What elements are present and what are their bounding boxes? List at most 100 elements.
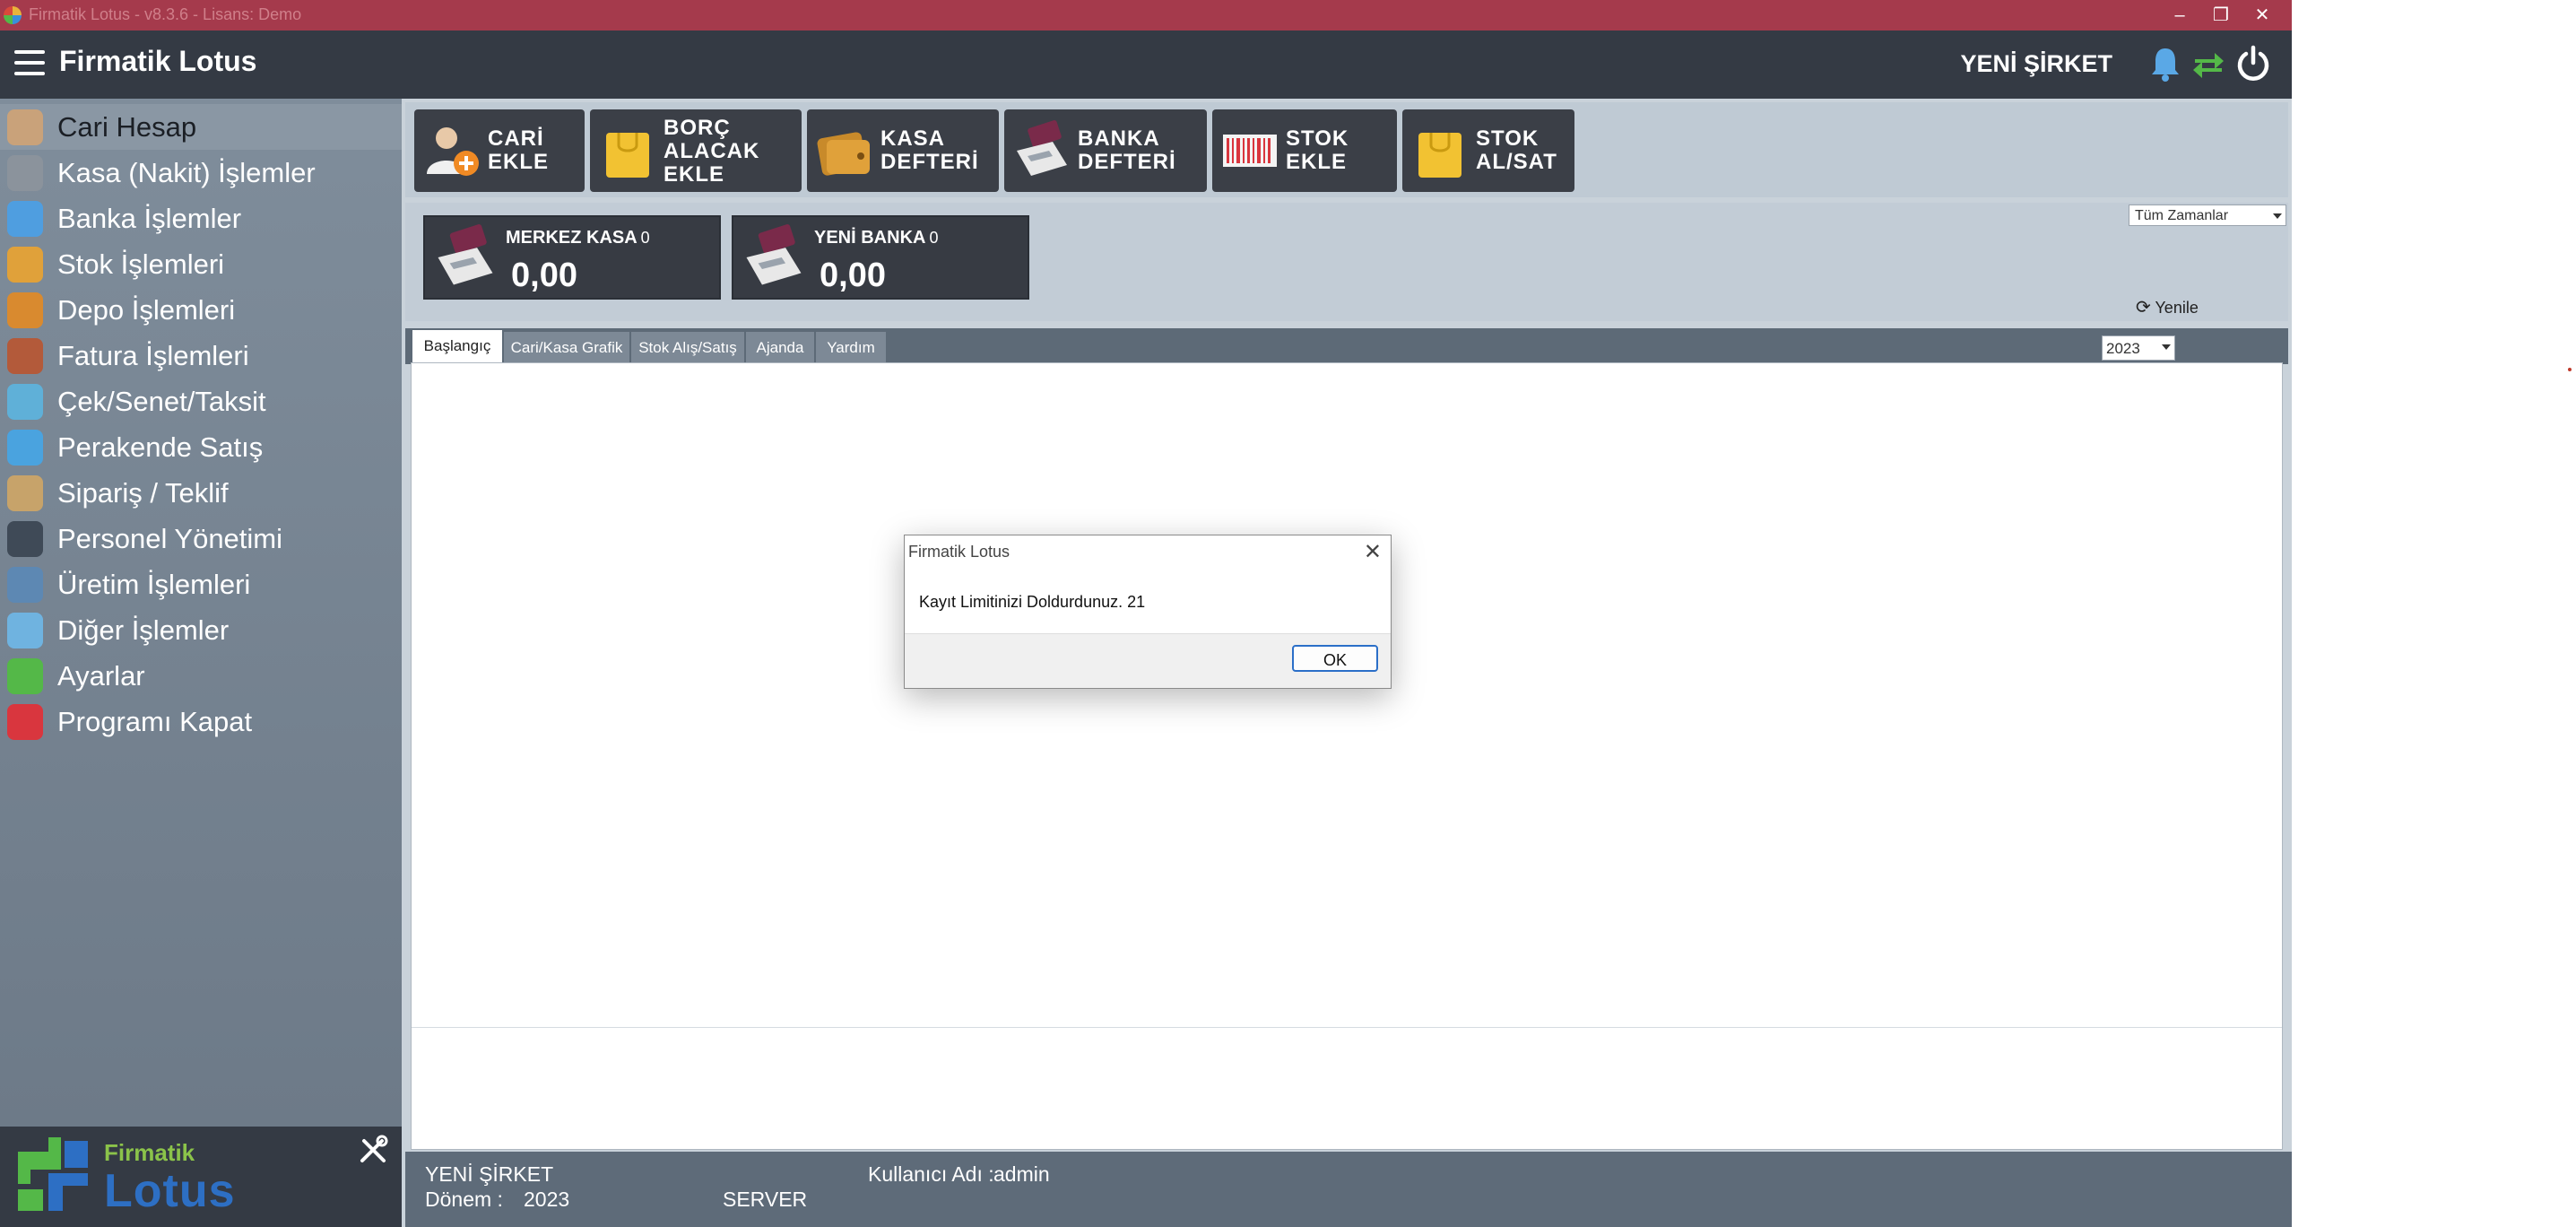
chevron-down-icon: [2162, 344, 2171, 350]
tab-cari-kasa-grafik[interactable]: Cari/Kasa Grafik: [504, 332, 629, 364]
refresh-button[interactable]: ⟳ Yenile: [2136, 296, 2199, 318]
power-icon: [7, 704, 43, 740]
sidebar-footer: Firmatik Lotus: [0, 1127, 402, 1227]
sidebar-item-fatura[interactable]: Fatura İşlemleri: [0, 333, 402, 379]
lira-icon: [7, 155, 43, 191]
status-user-label: Kullanıcı Adı :: [868, 1162, 994, 1186]
warehouse-icon: [7, 292, 43, 328]
shortcut-label: KASA: [880, 126, 946, 151]
sidebar-item-kasa[interactable]: Kasa (Nakit) İşlemler: [0, 150, 402, 196]
brand-title: Firmatik Lotus: [59, 45, 257, 77]
invoice-icon: [7, 338, 43, 374]
account-count-badge: 0: [640, 229, 650, 247]
sidebar-item-cari-hesap[interactable]: Cari Hesap: [0, 104, 402, 150]
tab-baslangic[interactable]: Başlangıç: [412, 330, 502, 364]
sidebar-item-perakende[interactable]: Perakende Satış: [0, 424, 402, 470]
sidebar-item-stok[interactable]: Stok İşlemleri: [0, 241, 402, 287]
merkez-kasa-card[interactable]: MERKEZ KASA 0 0,00: [423, 215, 721, 300]
sidebar-item-banka[interactable]: Banka İşlemler: [0, 196, 402, 241]
sidebar-item-uretim[interactable]: Üretim İşlemleri: [0, 561, 402, 607]
minimize-button[interactable]: –: [2159, 0, 2200, 30]
time-range-select[interactable]: Tüm Zamanlar: [2129, 204, 2286, 226]
person-icon: [7, 521, 43, 557]
company-name: YENİ ŞİRKET: [1960, 50, 2112, 77]
sidebar-item-personel[interactable]: Personel Yönetimi: [0, 516, 402, 561]
box-icon: [7, 247, 43, 283]
status-company: YENİ ŞİRKET: [425, 1162, 554, 1186]
shortcut-label: ALACAK: [664, 139, 760, 163]
power-icon[interactable]: [2233, 43, 2274, 84]
pos-terminal-icon: [746, 224, 802, 285]
shortcut-label: DEFTERİ: [880, 150, 979, 174]
close-icon[interactable]: ✕: [1364, 539, 1382, 565]
shortcut-bar: CARİ EKLE BORÇ ALACAK EKLE KASA DEFTERİ …: [405, 102, 2288, 197]
menu-toggle-icon[interactable]: [14, 50, 45, 77]
sidebar-item-diger[interactable]: Diğer İşlemler: [0, 607, 402, 653]
dialog-title: Firmatik Lotus: [908, 543, 1010, 561]
sidebar-item-label: Sipariş / Teklif: [57, 477, 229, 509]
bag-icon: [1418, 133, 1461, 178]
shortcut-label: STOK: [1476, 126, 1540, 151]
bag-icon: [606, 133, 649, 178]
year-select[interactable]: 2023: [2102, 335, 2175, 361]
yeni-banka-card[interactable]: YENİ BANKA 0 0,00: [732, 215, 1029, 300]
stok-ekle-button[interactable]: STOK EKLE: [1212, 109, 1397, 192]
tab-yardim[interactable]: Yardım: [816, 332, 886, 364]
sidebar-item-siparis[interactable]: Sipariş / Teklif: [0, 470, 402, 516]
app-header: Firmatik Lotus YENİ ŞİRKET: [0, 30, 2292, 99]
lotus-logo-icon: [18, 1137, 88, 1211]
ok-button[interactable]: OK: [1292, 645, 1378, 672]
chevron-down-icon: [2273, 213, 2282, 219]
bell-icon[interactable]: [2145, 43, 2186, 84]
title-bar: Firmatik Lotus - v8.3.6 - Lisans: Demo –…: [0, 0, 2292, 30]
tab-ajanda[interactable]: Ajanda: [746, 332, 814, 364]
shortcut-label: STOK: [1286, 126, 1349, 151]
sidebar-item-ayarlar[interactable]: Ayarlar: [0, 653, 402, 699]
people-icon: [7, 109, 43, 145]
refresh-icon: ⟳: [2136, 298, 2151, 318]
shortcut-label: EKLE: [664, 162, 725, 187]
dialog-message: Kayıt Limitinizi Doldurdunuz. 21: [919, 593, 1146, 611]
shortcut-label: DEFTERİ: [1078, 150, 1176, 174]
time-range-value: Tüm Zamanlar: [2135, 208, 2229, 223]
tab-stok-alis-satis[interactable]: Stok Alış/Satış: [631, 332, 744, 364]
shortcut-label: AL/SAT: [1476, 150, 1557, 174]
account-count-badge: 0: [929, 229, 939, 247]
sidebar-item-label: Banka İşlemler: [57, 203, 242, 234]
kasa-defteri-button[interactable]: KASA DEFTERİ: [807, 109, 999, 192]
add-contact-icon: [427, 127, 479, 176]
sidebar-item-label: Çek/Senet/Taksit: [57, 386, 266, 417]
shortcut-label: BANKA: [1078, 126, 1160, 151]
account-name: MERKEZ KASA 0: [506, 228, 650, 248]
sidebar: Cari Hesap Kasa (Nakit) İşlemler Banka İ…: [0, 99, 402, 1127]
stok-al-sat-button[interactable]: STOK AL/SAT: [1402, 109, 1574, 192]
account-name-text: MERKEZ KASA: [506, 228, 637, 248]
window-title: Firmatik Lotus - v8.3.6 - Lisans: Demo: [29, 5, 302, 23]
sidebar-item-label: Programı Kapat: [57, 706, 253, 737]
logo-text-firmatik: Firmatik: [104, 1139, 195, 1166]
banka-defteri-button[interactable]: BANKA DEFTERİ: [1004, 109, 1207, 192]
sidebar-item-label: Cari Hesap: [57, 111, 197, 143]
cari-ekle-button[interactable]: CARİ EKLE: [414, 109, 585, 192]
close-window-button[interactable]: ✕: [2242, 0, 2283, 30]
status-bar: YENİ ŞİRKET Dönem : 2023 SERVER Kullanıc…: [405, 1152, 2292, 1227]
year-value: 2023: [2106, 340, 2140, 357]
app-window: Firmatik Lotus - v8.3.6 - Lisans: Demo –…: [0, 0, 2292, 1227]
borc-alacak-ekle-button[interactable]: BORÇ ALACAK EKLE: [590, 109, 802, 192]
screen-marker-dot: [2568, 368, 2572, 371]
shortcut-label: EKLE: [1286, 150, 1348, 174]
sync-icon[interactable]: [2188, 43, 2229, 84]
restore-button[interactable]: ❐: [2200, 0, 2242, 30]
wallet-icon: [817, 132, 870, 176]
sidebar-item-kapat[interactable]: Programı Kapat: [0, 699, 402, 744]
clipboard-icon: [7, 475, 43, 511]
sidebar-item-label: Üretim İşlemleri: [57, 569, 251, 600]
tab-content-area: [411, 362, 2283, 1150]
sidebar-item-cek-senet[interactable]: Çek/Senet/Taksit: [0, 379, 402, 424]
tools-icon: [7, 658, 43, 694]
sidebar-item-depo[interactable]: Depo İşlemleri: [0, 287, 402, 333]
bank-icon: [7, 201, 43, 237]
tools-icon[interactable]: [357, 1134, 389, 1166]
shortcut-label: EKLE: [488, 150, 550, 174]
pos-terminal-icon: [1017, 120, 1067, 176]
